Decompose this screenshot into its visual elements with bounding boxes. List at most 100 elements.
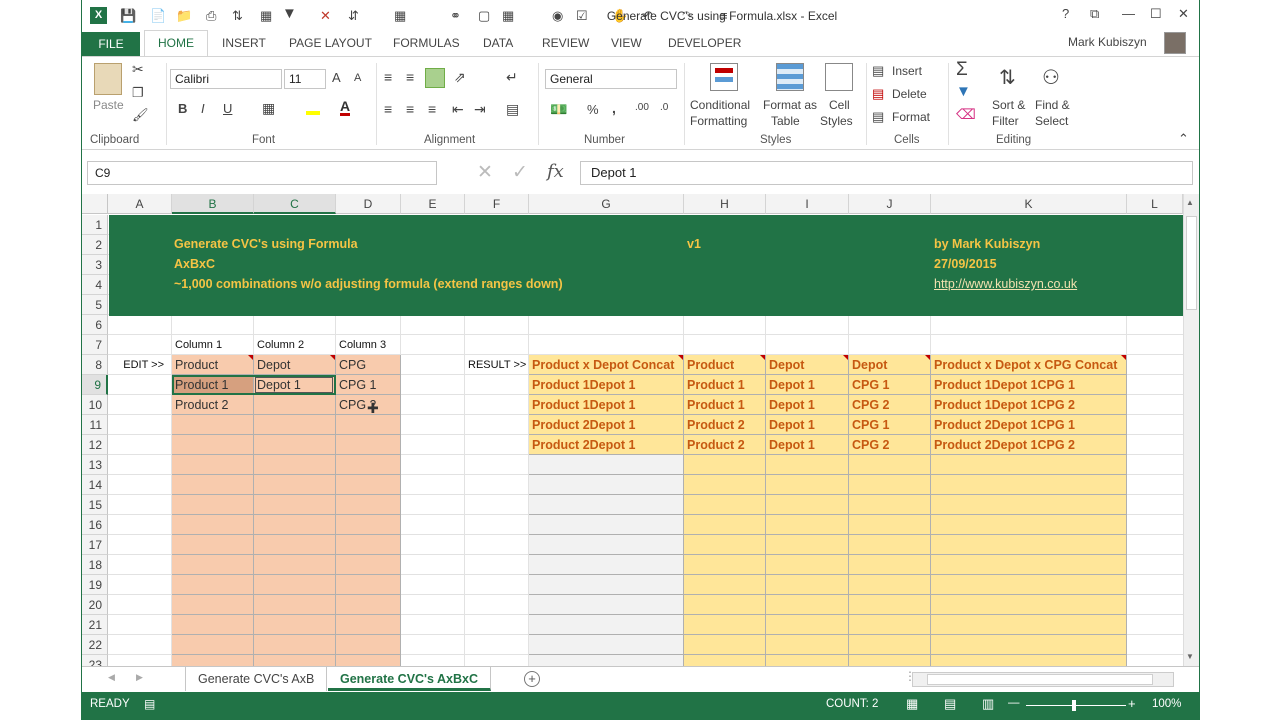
macro-recording-icon[interactable]: ▤ [144,697,155,711]
new-file-icon[interactable]: 📄 [150,7,166,25]
edit-cell[interactable] [336,595,401,615]
result-cell[interactable]: CPG 1 [849,375,931,395]
column-header-a[interactable]: A [108,194,172,214]
format-as-table-label[interactable]: Format as [763,98,817,112]
banner-url-link[interactable]: http://www.kubiszyn.co.uk [934,277,1077,291]
row-header-17[interactable]: 17 [82,535,108,555]
autosum-icon[interactable]: Σ [956,59,968,81]
find-select-label2[interactable]: Select [1035,114,1068,128]
print-preview-icon[interactable]: ⎙ [206,7,216,25]
row-header-18[interactable]: 18 [82,555,108,575]
result-cell[interactable]: Product 1Depot 1 [529,395,684,415]
close-icon[interactable]: ✕ [1178,6,1189,22]
column-header-j[interactable]: J [849,194,931,214]
result-cell[interactable] [849,635,931,655]
normal-view-icon[interactable]: ▦ [906,696,918,712]
result-cell[interactable] [931,535,1127,555]
format-cells-button[interactable]: Format [892,110,930,124]
page-break-view-icon[interactable]: ▥ [982,696,994,712]
align-middle-icon[interactable]: ≡ [406,69,414,85]
sort-icon[interactable]: ⇅ [232,7,243,25]
edit-cell[interactable] [172,575,254,595]
chart-icon[interactable]: ▦ [260,7,272,25]
collapse-ribbon-icon[interactable]: ⌃ [1178,131,1189,147]
result-header[interactable]: Depot [849,355,931,375]
edit-cell[interactable] [254,515,336,535]
wrap-text-icon[interactable]: ↵ [506,69,518,86]
orientation-icon[interactable]: ⇗ [454,69,466,86]
row-header-6[interactable]: 6 [82,315,108,335]
result-cell[interactable] [529,555,684,575]
result-cell[interactable] [684,535,766,555]
binoculars-icon[interactable]: ⚇ [1042,65,1060,90]
prev-sheet-icon[interactable]: ◀ [108,672,115,683]
edit-cell[interactable] [336,555,401,575]
result-cell[interactable]: Depot 1 [766,375,849,395]
edit-cell[interactable] [254,655,336,666]
result-cell[interactable] [529,515,684,535]
result-cell[interactable] [766,615,849,635]
edit-cell[interactable] [254,535,336,555]
zoom-slider[interactable] [1026,700,1126,711]
row-header-10[interactable]: 10 [82,395,108,415]
result-cell[interactable]: Product 2Depot 1 [529,415,684,435]
row-header-14[interactable]: 14 [82,475,108,495]
result-cell[interactable]: Product 2Depot 1CPG 2 [931,435,1127,455]
format-as-table-label2[interactable]: Table [771,114,800,128]
row-header-1[interactable]: 1 [82,215,108,235]
zoom-out-button[interactable]: — [1008,697,1020,709]
result-cell[interactable] [684,615,766,635]
edit-cell[interactable] [172,495,254,515]
column-header-k[interactable]: K [931,194,1127,214]
row-header-7[interactable]: 7 [82,335,108,355]
edit-cell[interactable] [172,595,254,615]
result-cell[interactable] [766,555,849,575]
edit-cell[interactable] [336,515,401,535]
row-header-20[interactable]: 20 [82,595,108,615]
sort-filter-icon[interactable]: ⇅ [999,65,1016,90]
result-header[interactable]: Product x Depot Concat [529,355,684,375]
result-cell[interactable] [849,535,931,555]
edit-cell[interactable] [172,635,254,655]
row-header-11[interactable]: 11 [82,415,108,435]
edit-cell[interactable] [336,435,401,455]
delete-cells-button[interactable]: Delete [892,87,927,101]
insert-cells-button[interactable]: Insert [892,64,922,78]
row-header-19[interactable]: 19 [82,575,108,595]
link-icon[interactable]: ⚭ [450,7,461,25]
paste-button[interactable]: Paste [93,98,124,112]
next-sheet-icon[interactable]: ▶ [136,672,143,683]
result-cell[interactable]: Depot 1 [766,395,849,415]
sort-filter-label2[interactable]: Filter [992,114,1019,128]
calculator-icon[interactable]: ▦ [394,7,406,25]
edit-cell[interactable] [254,595,336,615]
result-cell[interactable] [766,515,849,535]
row-header-5[interactable]: 5 [82,295,108,315]
cell-styles-label2[interactable]: Styles [820,114,853,128]
result-cell[interactable] [849,495,931,515]
result-cell[interactable] [684,655,766,666]
edit-header-1[interactable]: Column 1 [172,335,254,355]
row-header-12[interactable]: 12 [82,435,108,455]
edit-cell[interactable] [172,535,254,555]
result-cell[interactable]: Product 1Depot 1CPG 1 [931,375,1127,395]
zoom-slider-thumb[interactable] [1072,700,1076,711]
row-header-22[interactable]: 22 [82,635,108,655]
result-cell[interactable]: Depot 1 [766,415,849,435]
insert-cells-icon[interactable]: ▤ [872,63,884,79]
grow-font-button[interactable]: A [332,70,341,85]
scroll-down-icon[interactable]: ▼ [1186,652,1194,661]
font-size-select[interactable]: 11 [284,69,326,89]
row-header-15[interactable]: 15 [82,495,108,515]
edit-cell[interactable] [254,555,336,575]
cell-styles-icon[interactable] [825,63,853,91]
user-name[interactable]: Mark Kubiszyn [1068,35,1147,49]
document-icon[interactable]: ▢ [478,7,490,25]
ribbon-display-icon[interactable]: ⧉ [1090,6,1099,22]
avatar[interactable] [1164,32,1186,54]
find-select-label[interactable]: Find & [1035,98,1070,112]
bold-button[interactable]: B [178,101,187,116]
horizontal-scroll-thumb[interactable] [927,674,1153,685]
edit-cell[interactable] [336,615,401,635]
edit-cell[interactable] [336,495,401,515]
